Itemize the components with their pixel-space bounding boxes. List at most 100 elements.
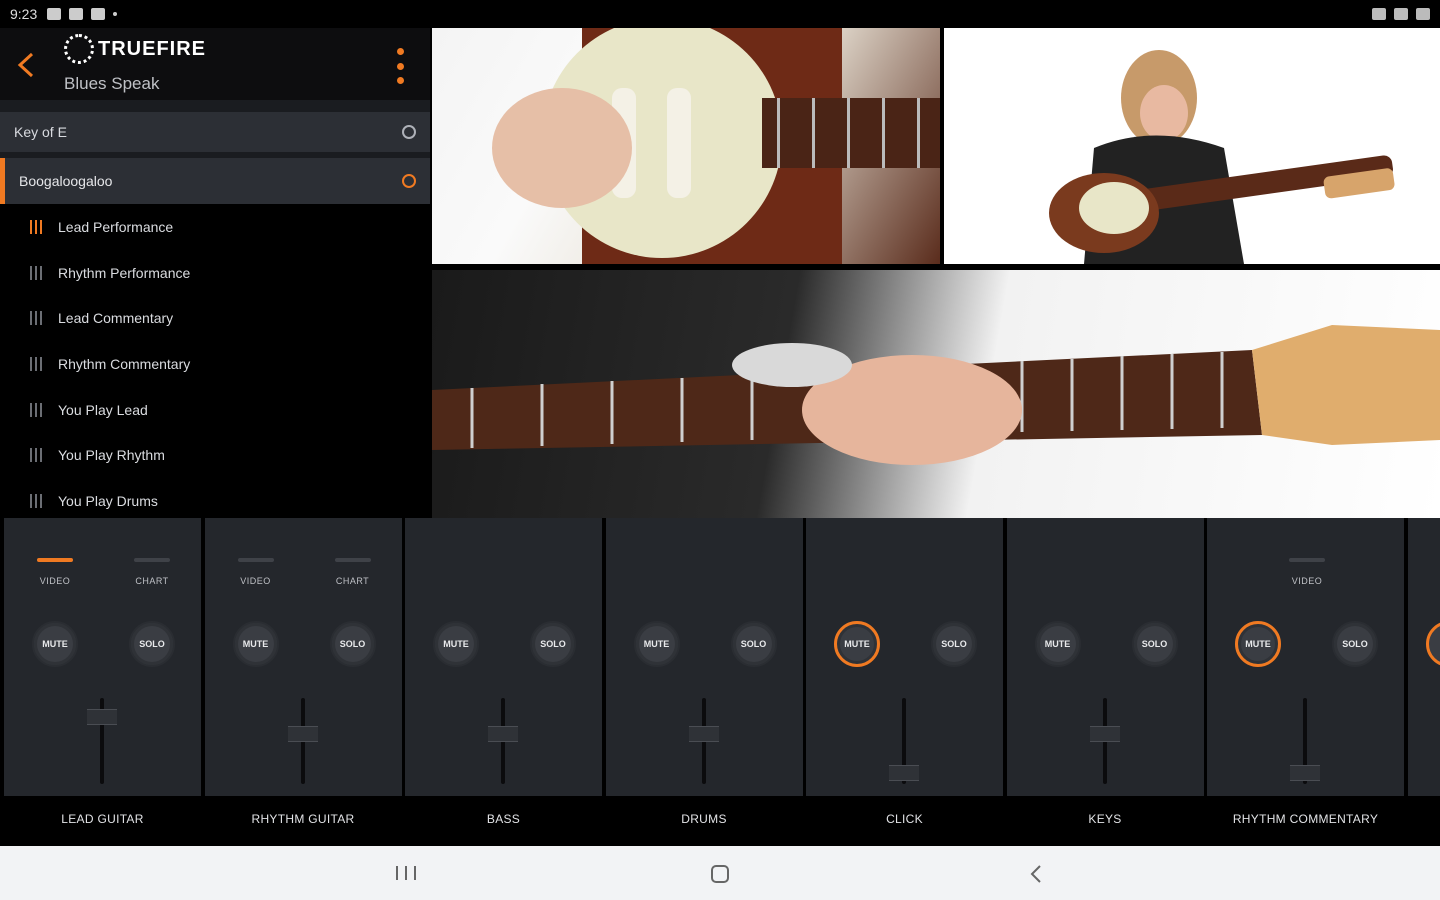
video-toggle[interactable] [1289, 558, 1325, 562]
chart-toggle[interactable] [334, 558, 371, 562]
track-item[interactable]: You Play Rhythm [0, 432, 430, 478]
volume-fader-handle[interactable] [1290, 764, 1320, 781]
volume-fader-handle[interactable] [488, 726, 518, 742]
volume-fader-handle[interactable] [87, 708, 117, 725]
track-label: Rhythm Performance [58, 264, 191, 281]
chart-toggle-label: CHART [135, 576, 169, 586]
track-label: Lead Performance [58, 218, 174, 235]
course-title: Blues Speak [64, 74, 160, 93]
mixer-sliders-icon [30, 311, 46, 326]
track-label: You Play Drums [58, 492, 158, 509]
mixer-sliders-icon [30, 448, 46, 463]
video-pickup-closeup[interactable] [432, 28, 940, 264]
video-toggle-label: VIDEO [1291, 576, 1323, 586]
mute-button[interactable]: MUTE [32, 621, 78, 667]
track-list: Lead Performance Rhythm Performance Lead C… [0, 204, 430, 524]
track-item[interactable]: Rhythm Commentary [0, 341, 430, 387]
song-row[interactable]: Boogaloogaloo [0, 158, 430, 204]
track-label: Rhythm Commentary [58, 355, 191, 372]
channel-name: CLICK [886, 812, 923, 826]
solo-button[interactable]: SOLO [530, 621, 576, 667]
status-time: 9:23 [10, 6, 38, 22]
notification-dot-icon [113, 12, 118, 16]
chart-toggle[interactable] [134, 558, 170, 562]
mixer-channel: MUTE SOLO [405, 518, 602, 796]
video-toggle[interactable] [37, 558, 73, 562]
mixer-sliders-icon [30, 219, 46, 234]
mute-button[interactable]: MUTE [433, 621, 479, 667]
volume-fader-handle[interactable] [287, 726, 318, 742]
track-label: Lead Commentary [58, 310, 174, 327]
mixer-channel: MUTE SOLO [1006, 518, 1204, 796]
track-item[interactable]: Lead Commentary [0, 295, 430, 341]
mixer-channel: MUTE SOLO [605, 518, 803, 796]
mixer-sliders-icon [30, 493, 46, 508]
mixer-sliders-icon [30, 356, 46, 371]
channel-name: BASS [486, 812, 521, 826]
logo-mark-icon [64, 34, 94, 64]
solo-button[interactable]: SOLO [329, 621, 376, 667]
solo-button[interactable]: SOLO [931, 621, 977, 667]
track-label: You Play Rhythm [58, 447, 165, 464]
mute-button-partial[interactable] [1426, 621, 1440, 667]
channel-name: RHYTHM COMMENTARY [1232, 812, 1379, 826]
mixer-channel: VIDEO CHART MUTE SOLO [4, 518, 201, 796]
mixer-sliders-icon [30, 265, 46, 280]
mixer-channel-partial [1408, 518, 1440, 796]
bag-icon [91, 8, 106, 20]
solo-button[interactable]: SOLO [730, 621, 777, 667]
volume-fader-handle[interactable] [1089, 726, 1120, 742]
app-header: TRUEFIRE Blues Speak [0, 28, 430, 100]
channel-name: RHYTHM GUITAR [251, 812, 355, 826]
wifi-icon [1394, 8, 1408, 20]
gallery-icon [47, 8, 62, 20]
logo-text: TRUEFIRE [98, 37, 206, 60]
divider [0, 100, 430, 112]
mute-button[interactable]: MUTE [1034, 621, 1081, 667]
mute-button[interactable]: MUTE [1235, 621, 1281, 667]
mute-button[interactable]: MUTE [834, 621, 880, 667]
mute-button[interactable]: MUTE [633, 621, 680, 667]
android-nav-bar [0, 846, 1440, 900]
track-item[interactable]: You Play Lead [0, 387, 430, 433]
track-item[interactable]: You Play Drums [0, 478, 430, 524]
channel-name: DRUMS [681, 812, 727, 826]
home-icon[interactable] [711, 865, 729, 883]
lesson-panel: TRUEFIRE Blues Speak Key of E Boogalooga… [0, 28, 430, 518]
overflow-menu-icon[interactable] [394, 48, 406, 84]
mixer-channel: MUTE SOLO [806, 518, 1003, 796]
collapse-circle-icon[interactable] [402, 174, 416, 188]
track-item[interactable]: Rhythm Performance [0, 250, 430, 296]
channel-name: LEAD GUITAR [61, 812, 144, 826]
solo-button[interactable]: SOLO [1131, 621, 1178, 667]
video-toggle[interactable] [237, 558, 274, 562]
back-arrow-icon[interactable] [14, 50, 38, 80]
song-label: Boogaloogaloo [19, 173, 113, 189]
status-bar: 9:23 [0, 0, 1440, 28]
mute-button[interactable]: MUTE [232, 621, 279, 667]
status-right-icons [1372, 8, 1430, 20]
channel-name: KEYS [1088, 812, 1122, 826]
nav-back-icon[interactable] [1028, 864, 1044, 884]
volume-fader-handle[interactable] [889, 764, 919, 781]
volume-fader-handle[interactable] [688, 726, 719, 742]
video-toggle-label: VIDEO [240, 576, 271, 586]
solo-button[interactable]: SOLO [1332, 621, 1378, 667]
key-label: Key of E [14, 124, 67, 140]
mute-icon [1372, 8, 1386, 20]
mixer-channel: VIDEO CHART MUTE SOLO [204, 518, 402, 796]
video-toggle-label: VIDEO [39, 576, 71, 586]
track-item[interactable]: Lead Performance [0, 204, 430, 250]
mixer-sliders-icon [30, 402, 46, 417]
video-fretboard-closeup[interactable] [432, 270, 1440, 518]
battery-icon [1416, 8, 1430, 20]
video-wide-shot[interactable] [944, 28, 1440, 264]
mixer: VIDEO CHART MUTE SOLO LEAD GUITAR VIDEO CHART M… [0, 518, 1440, 844]
track-label: You Play Lead [58, 401, 148, 418]
recent-apps-icon[interactable] [396, 866, 416, 880]
expand-circle-icon[interactable] [402, 125, 416, 139]
message-icon [69, 8, 84, 20]
solo-button[interactable]: SOLO [129, 621, 175, 667]
key-row[interactable]: Key of E [0, 112, 430, 158]
mixer-channel: VIDEO MUTE SOLO [1207, 518, 1404, 796]
